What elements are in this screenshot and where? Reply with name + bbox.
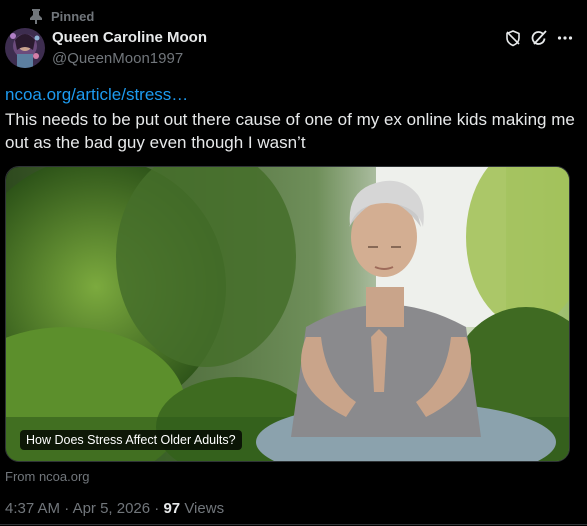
grok-icon[interactable] [529, 28, 549, 48]
tweet-meta: 4:37 AM · Apr 5, 2026 · 97 Views [5, 500, 224, 517]
display-name[interactable]: Queen Caroline Moon [52, 29, 207, 46]
more-icon[interactable] [555, 28, 575, 48]
pinned-label: Pinned [51, 8, 95, 24]
views-label: Views [180, 500, 225, 517]
card-caption: How Does Stress Affect Older Adults? [20, 430, 242, 450]
avatar[interactable] [5, 28, 45, 68]
article-link[interactable]: ncoa.org/article/stress… [5, 85, 188, 105]
tweet-date[interactable]: Apr 5, 2026 [73, 500, 151, 517]
card-source[interactable]: From ncoa.org [5, 469, 90, 484]
link-card[interactable]: How Does Stress Affect Older Adults? [5, 166, 570, 462]
pin-icon [29, 8, 43, 24]
card-image [6, 167, 569, 461]
meta-separator: · [60, 500, 73, 517]
tweet-actions-top [497, 28, 575, 48]
divider [0, 524, 587, 525]
user-handle[interactable]: @QueenMoon1997 [52, 50, 183, 67]
views-count[interactable]: 97 [163, 500, 180, 517]
pinned-indicator: Pinned [29, 7, 94, 25]
meta-separator: · [150, 500, 164, 517]
tweet-time[interactable]: 4:37 AM [5, 500, 60, 517]
tweet-text: This needs to be put out there cause of … [5, 110, 575, 152]
shield-slash-icon[interactable] [503, 28, 523, 48]
